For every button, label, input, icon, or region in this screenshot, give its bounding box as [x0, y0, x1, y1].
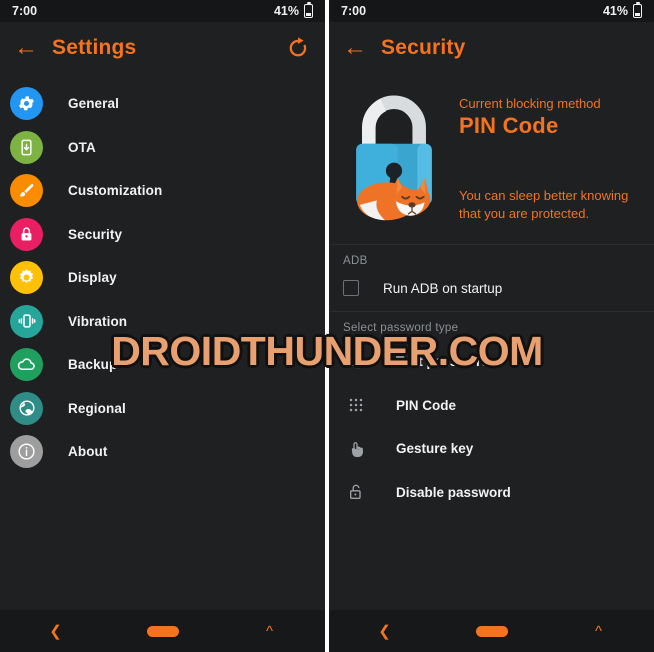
nav-back-icon[interactable]: ❮ [36, 622, 76, 640]
sidebar-item-label: General [68, 96, 119, 112]
cloud-icon [10, 348, 43, 382]
security-note: You can sleep better knowing that you ar… [459, 188, 629, 222]
phone-download-icon [10, 130, 43, 164]
navigation-bar-right: ❮ ^ [329, 610, 654, 652]
sidebar-item-security[interactable]: Security [0, 213, 325, 257]
nav-home-pill[interactable] [146, 625, 179, 637]
run-adb-label: Run ADB on startup [383, 280, 503, 296]
nav-up-icon[interactable]: ^ [579, 623, 619, 640]
option-text-password[interactable]: Text password [329, 340, 654, 384]
option-gesture-key[interactable]: Gesture key [329, 427, 654, 471]
sidebar-item-label: Vibration [68, 313, 128, 329]
security-hero: Current blocking method PIN Code You can… [329, 74, 654, 244]
blocking-method-value: PIN Code [459, 113, 559, 138]
option-label: PIN Code [396, 397, 457, 413]
status-bar-left: 7:00 41% [0, 0, 325, 22]
page-title: Security [381, 36, 466, 59]
page-title: Settings [52, 36, 137, 59]
sidebar-item-vibration[interactable]: Vibration [0, 300, 325, 344]
padlock-with-sleeping-fox-illustration [329, 86, 459, 244]
security-panel: 7:00 41% ← Security Current blocking met… [329, 0, 654, 652]
status-right-left: 41% [273, 1, 313, 18]
option-label: Gesture key [396, 441, 474, 457]
status-time: 7:00 [12, 4, 38, 18]
option-disable-password[interactable]: Disable password [329, 471, 654, 515]
nav-home-pill[interactable] [475, 625, 508, 637]
run-adb-on-startup-checkbox-row[interactable]: Run ADB on startup [329, 273, 654, 303]
run-adb-checkbox[interactable] [343, 280, 359, 296]
nav-back-icon[interactable]: ❮ [365, 622, 405, 640]
sidebar-item-general[interactable]: General [0, 82, 325, 126]
sidebar-item-about[interactable]: About [0, 430, 325, 474]
sidebar-item-customization[interactable]: Customization [0, 169, 325, 213]
status-right-right: 41% [602, 1, 642, 18]
sun-icon [10, 261, 43, 295]
brush-icon [10, 174, 43, 208]
lock-icon [10, 217, 43, 251]
restore-icon[interactable] [285, 35, 311, 61]
option-pin-code[interactable]: PIN Code [329, 384, 654, 428]
blocking-method-caption: Current blocking method [459, 96, 601, 111]
settings-menu-list: General OTA Customization Security Displ… [0, 74, 325, 474]
sidebar-item-label: Customization [68, 183, 163, 199]
dot-grid-icon [343, 392, 369, 418]
back-arrow-icon[interactable]: ← [343, 36, 369, 60]
info-icon [10, 435, 43, 469]
option-label: Text password [396, 354, 490, 370]
sidebar-item-ota[interactable]: OTA [0, 126, 325, 170]
status-battery-percent: 41% [273, 4, 299, 18]
status-time: 7:00 [341, 4, 367, 18]
sidebar-item-label: OTA [68, 139, 96, 155]
gear-icon [10, 87, 43, 121]
sidebar-item-label: Display [68, 270, 117, 286]
keyboard-icon [343, 349, 369, 375]
battery-icon [633, 1, 642, 18]
sidebar-item-label: Security [68, 226, 123, 242]
sidebar-item-label: About [68, 444, 108, 460]
navigation-bar-left: ❮ ^ [0, 610, 325, 652]
battery-icon [304, 1, 313, 18]
status-bar-right: 7:00 41% [329, 0, 654, 22]
unlock-icon [343, 479, 369, 505]
settings-appbar: ← Settings [0, 22, 325, 74]
sidebar-item-label: Regional [68, 400, 126, 416]
sidebar-item-display[interactable]: Display [0, 256, 325, 300]
security-appbar: ← Security [329, 22, 654, 74]
sidebar-item-backup[interactable]: Backup [0, 343, 325, 387]
touch-hand-icon [343, 436, 369, 462]
sidebar-item-regional[interactable]: Regional [0, 387, 325, 431]
vibrate-icon [10, 304, 43, 338]
option-label: Disable password [396, 484, 511, 500]
screenshot-root: 7:00 41% ← Settings General OTA Customiz… [0, 0, 654, 652]
status-battery-percent: 41% [602, 4, 628, 18]
adb-section-header: ADB [343, 255, 368, 267]
security-hero-text: Current blocking method PIN Code You can… [459, 86, 654, 244]
settings-panel: 7:00 41% ← Settings General OTA Customiz… [0, 0, 325, 652]
nav-up-icon[interactable]: ^ [250, 623, 290, 640]
password-section-header: Select password type [343, 322, 459, 334]
back-arrow-icon[interactable]: ← [14, 36, 40, 60]
globe-icon [10, 391, 43, 425]
sidebar-item-label: Backup [68, 357, 118, 373]
